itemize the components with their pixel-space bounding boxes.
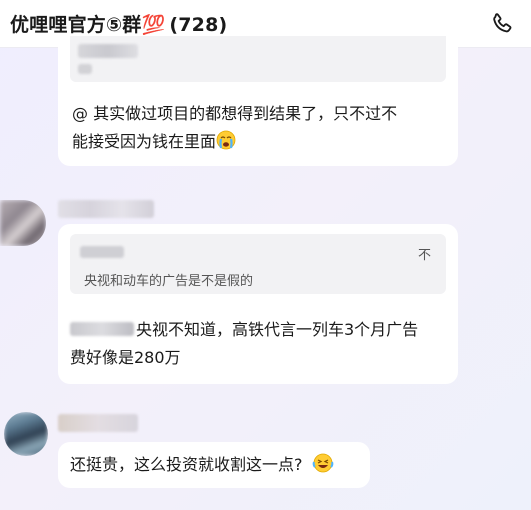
group-name: 优哩哩官方⑤群💯 [10, 14, 166, 36]
message-text-line: 能接受因为钱在里面 [72, 128, 236, 156]
avatar-image [4, 412, 48, 456]
quote-text: 央视和动车的广告是不是假的 [84, 274, 254, 289]
sender-name [58, 200, 154, 218]
blurred-name [80, 246, 124, 258]
avatar-image [0, 200, 46, 246]
avatar[interactable] [0, 200, 46, 246]
blurred-text [78, 64, 92, 74]
phone-icon[interactable] [489, 11, 515, 37]
blurred-name [78, 44, 138, 58]
message-bubble[interactable]: @ 其实做过项目的都想得到结果了，只不过不 能接受因为钱在里面 [58, 36, 458, 166]
group-title[interactable]: 优哩哩官方⑤群💯 (728) [10, 10, 227, 37]
message-text-line: 费好像是280万 [70, 348, 181, 367]
message-text-line: 央视不知道，高铁代言一列车3个月广告 [136, 320, 419, 339]
avatar[interactable] [4, 412, 48, 456]
blurred-text [70, 322, 134, 336]
laughing-face-icon [312, 453, 333, 473]
message-bubble[interactable]: 还挺贵，这么投资就收割这一点? [58, 442, 370, 488]
member-count: (728) [169, 14, 228, 36]
message-bubble[interactable]: 不 央视和动车的广告是不是假的 央视不知道，高铁代言一列车3个月广告 费好像是2… [58, 224, 458, 384]
crying-face-icon [216, 130, 236, 150]
sender-name [58, 414, 138, 432]
message-text-line: 还挺贵，这么投资就收割这一点? [70, 451, 333, 479]
quote-suffix: 不 [418, 248, 432, 263]
quoted-message[interactable]: 不 央视和动车的广告是不是假的 [70, 234, 446, 294]
quoted-message[interactable] [70, 36, 446, 82]
message-text-line: @ 其实做过项目的都想得到结果了，只不过不 [72, 104, 398, 123]
